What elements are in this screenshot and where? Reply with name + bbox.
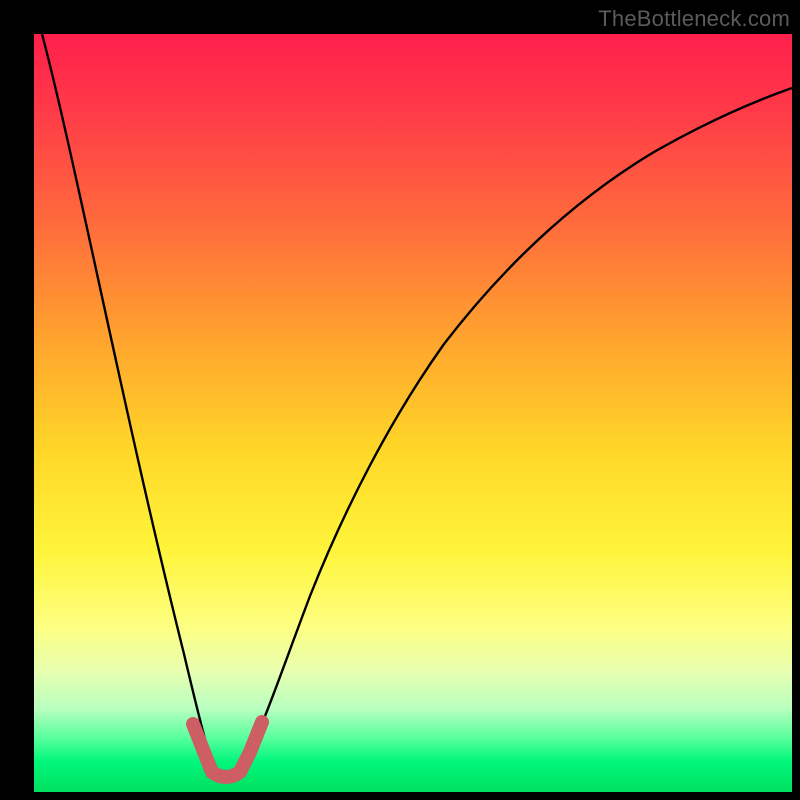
plot-area <box>34 34 792 792</box>
watermark-text: TheBottleneck.com <box>598 6 790 32</box>
chart-frame: TheBottleneck.com <box>0 0 800 800</box>
bottleneck-curve <box>42 34 792 776</box>
curve-svg <box>34 34 792 792</box>
